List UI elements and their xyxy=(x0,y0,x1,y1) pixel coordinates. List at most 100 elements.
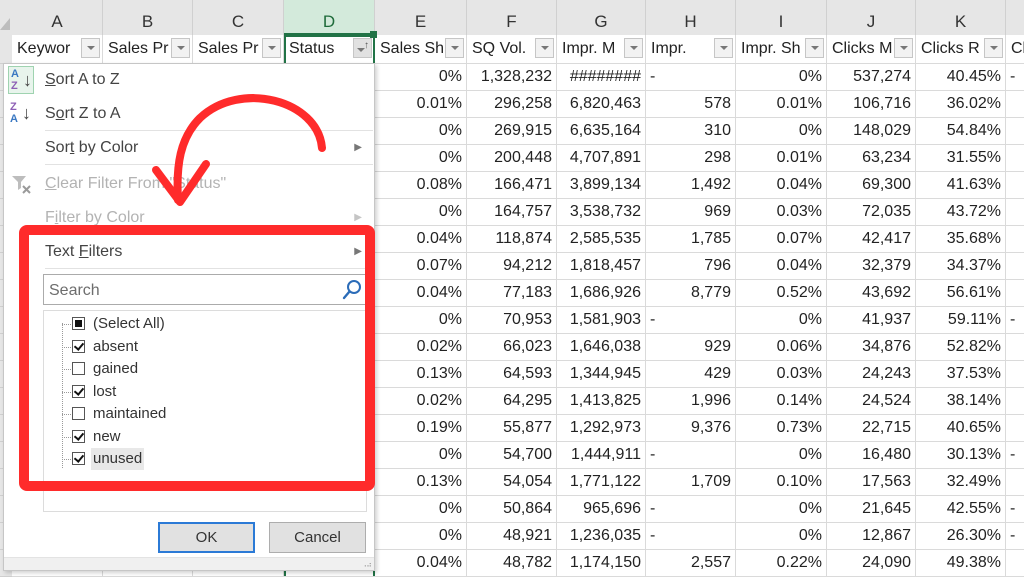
cell-k[interactable]: 34.37% xyxy=(916,253,1006,280)
cell-e[interactable]: 0.04% xyxy=(375,550,467,577)
row-header[interactable] xyxy=(0,35,12,64)
cell-l[interactable]: - xyxy=(1006,523,1024,550)
cell-g[interactable]: 2,585,535 xyxy=(557,226,646,253)
cell-i[interactable]: 0% xyxy=(736,523,827,550)
column-header-d[interactable]: D xyxy=(284,0,375,35)
cell-e[interactable]: 0.13% xyxy=(375,469,467,496)
cell-e[interactable]: 0.04% xyxy=(375,280,467,307)
header-cell-l[interactable]: Cl xyxy=(1006,35,1024,64)
cell-g[interactable]: 1,236,035 xyxy=(557,523,646,550)
cell-e[interactable]: 0% xyxy=(375,199,467,226)
cell-h[interactable]: 429 xyxy=(646,361,736,388)
cell-l[interactable] xyxy=(1006,550,1024,577)
cell-i[interactable]: 0.73% xyxy=(736,415,827,442)
cell-j[interactable]: 43,692 xyxy=(827,280,916,307)
cell-g[interactable]: 1,646,038 xyxy=(557,334,646,361)
cell-e[interactable]: 0% xyxy=(375,307,467,334)
cell-l[interactable] xyxy=(1006,415,1024,442)
cell-g[interactable]: 4,707,891 xyxy=(557,145,646,172)
cell-e[interactable]: 0.07% xyxy=(375,253,467,280)
cell-j[interactable]: 72,035 xyxy=(827,199,916,226)
cell-j[interactable]: 69,300 xyxy=(827,172,916,199)
cell-j[interactable]: 22,715 xyxy=(827,415,916,442)
cell-l[interactable]: - xyxy=(1006,442,1024,469)
cell-e[interactable]: 0.01% xyxy=(375,91,467,118)
filter-search-input[interactable] xyxy=(47,277,341,304)
cell-l[interactable] xyxy=(1006,199,1024,226)
cell-i[interactable]: 0.14% xyxy=(736,388,827,415)
cell-k[interactable]: 40.65% xyxy=(916,415,1006,442)
cell-h[interactable]: - xyxy=(646,307,736,334)
cell-f[interactable]: 64,593 xyxy=(467,361,557,388)
resize-grip-icon[interactable]: ⠠⠴ xyxy=(361,561,372,569)
cell-h[interactable]: - xyxy=(646,442,736,469)
cell-f[interactable]: 54,054 xyxy=(467,469,557,496)
header-cell-d[interactable]: Status ↑ xyxy=(284,35,375,64)
filter-dropdown-button[interactable] xyxy=(624,38,643,58)
cell-l[interactable] xyxy=(1006,91,1024,118)
column-header-j[interactable]: J xyxy=(827,0,916,35)
cell-j[interactable]: 32,379 xyxy=(827,253,916,280)
cell-e[interactable]: 0% xyxy=(375,64,467,91)
cell-l[interactable]: - xyxy=(1006,496,1024,523)
cell-h[interactable]: 9,376 xyxy=(646,415,736,442)
value-checkbox[interactable] xyxy=(72,452,85,465)
cell-k[interactable]: 49.38% xyxy=(916,550,1006,577)
column-header-f[interactable]: F xyxy=(467,0,557,35)
cell-j[interactable]: 17,563 xyxy=(827,469,916,496)
cell-f[interactable]: 296,258 xyxy=(467,91,557,118)
cell-e[interactable]: 0% xyxy=(375,496,467,523)
cell-f[interactable]: 54,700 xyxy=(467,442,557,469)
menu-item-sort-a-z[interactable]: A Z ↓ Sort A to Z xyxy=(4,64,374,96)
filter-dropdown-button-active[interactable]: ↑ xyxy=(353,38,372,58)
cell-e[interactable]: 0.02% xyxy=(375,388,467,415)
fill-handle[interactable] xyxy=(370,31,377,38)
cell-i[interactable]: 0.03% xyxy=(736,361,827,388)
cell-e[interactable]: 0.04% xyxy=(375,226,467,253)
cell-i[interactable]: 0.07% xyxy=(736,226,827,253)
filter-dropdown-button[interactable] xyxy=(805,38,824,58)
cell-j[interactable]: 21,645 xyxy=(827,496,916,523)
cell-k[interactable]: 36.02% xyxy=(916,91,1006,118)
cell-k[interactable]: 35.68% xyxy=(916,226,1006,253)
search-icon[interactable] xyxy=(342,279,362,301)
column-header-e[interactable]: E xyxy=(375,0,467,35)
header-cell-h[interactable]: Impr. xyxy=(646,35,736,64)
cell-h[interactable]: 578 xyxy=(646,91,736,118)
cell-f[interactable]: 64,295 xyxy=(467,388,557,415)
value-checkbox[interactable] xyxy=(72,362,85,375)
cell-g[interactable]: 965,696 xyxy=(557,496,646,523)
cell-i[interactable]: 0.04% xyxy=(736,172,827,199)
cell-f[interactable]: 269,915 xyxy=(467,118,557,145)
cell-i[interactable]: 0.22% xyxy=(736,550,827,577)
cell-h[interactable]: 2,557 xyxy=(646,550,736,577)
column-header-a[interactable]: A xyxy=(12,0,103,35)
header-cell-a[interactable]: Keywor xyxy=(12,35,103,64)
cell-i[interactable]: 0.01% xyxy=(736,145,827,172)
cell-k[interactable]: 31.55% xyxy=(916,145,1006,172)
filter-dropdown-button[interactable] xyxy=(714,38,733,58)
cell-k[interactable]: 43.72% xyxy=(916,199,1006,226)
menu-item-sort-by-color[interactable]: Sort by Color ▶ xyxy=(4,132,374,164)
filter-search-box[interactable] xyxy=(43,274,367,305)
cell-h[interactable]: 1,996 xyxy=(646,388,736,415)
cell-i[interactable]: 0.06% xyxy=(736,334,827,361)
cell-e[interactable]: 0.02% xyxy=(375,334,467,361)
cell-k[interactable]: 37.53% xyxy=(916,361,1006,388)
cell-g[interactable]: 1,344,945 xyxy=(557,361,646,388)
cell-e[interactable]: 0% xyxy=(375,442,467,469)
cell-j[interactable]: 34,876 xyxy=(827,334,916,361)
cell-f[interactable]: 48,782 xyxy=(467,550,557,577)
cell-e[interactable]: 0% xyxy=(375,145,467,172)
cell-e[interactable]: 0% xyxy=(375,118,467,145)
menu-item-text-filters[interactable]: Text Filters ▶ xyxy=(4,236,374,268)
column-header-h[interactable]: H xyxy=(646,0,736,35)
cell-f[interactable]: 166,471 xyxy=(467,172,557,199)
cell-l[interactable] xyxy=(1006,226,1024,253)
cell-g[interactable]: 1,174,150 xyxy=(557,550,646,577)
cell-f[interactable]: 50,864 xyxy=(467,496,557,523)
cell-f[interactable]: 164,757 xyxy=(467,199,557,226)
cell-k[interactable]: 26.30% xyxy=(916,523,1006,550)
column-header-i[interactable]: I xyxy=(736,0,827,35)
cell-j[interactable]: 24,243 xyxy=(827,361,916,388)
